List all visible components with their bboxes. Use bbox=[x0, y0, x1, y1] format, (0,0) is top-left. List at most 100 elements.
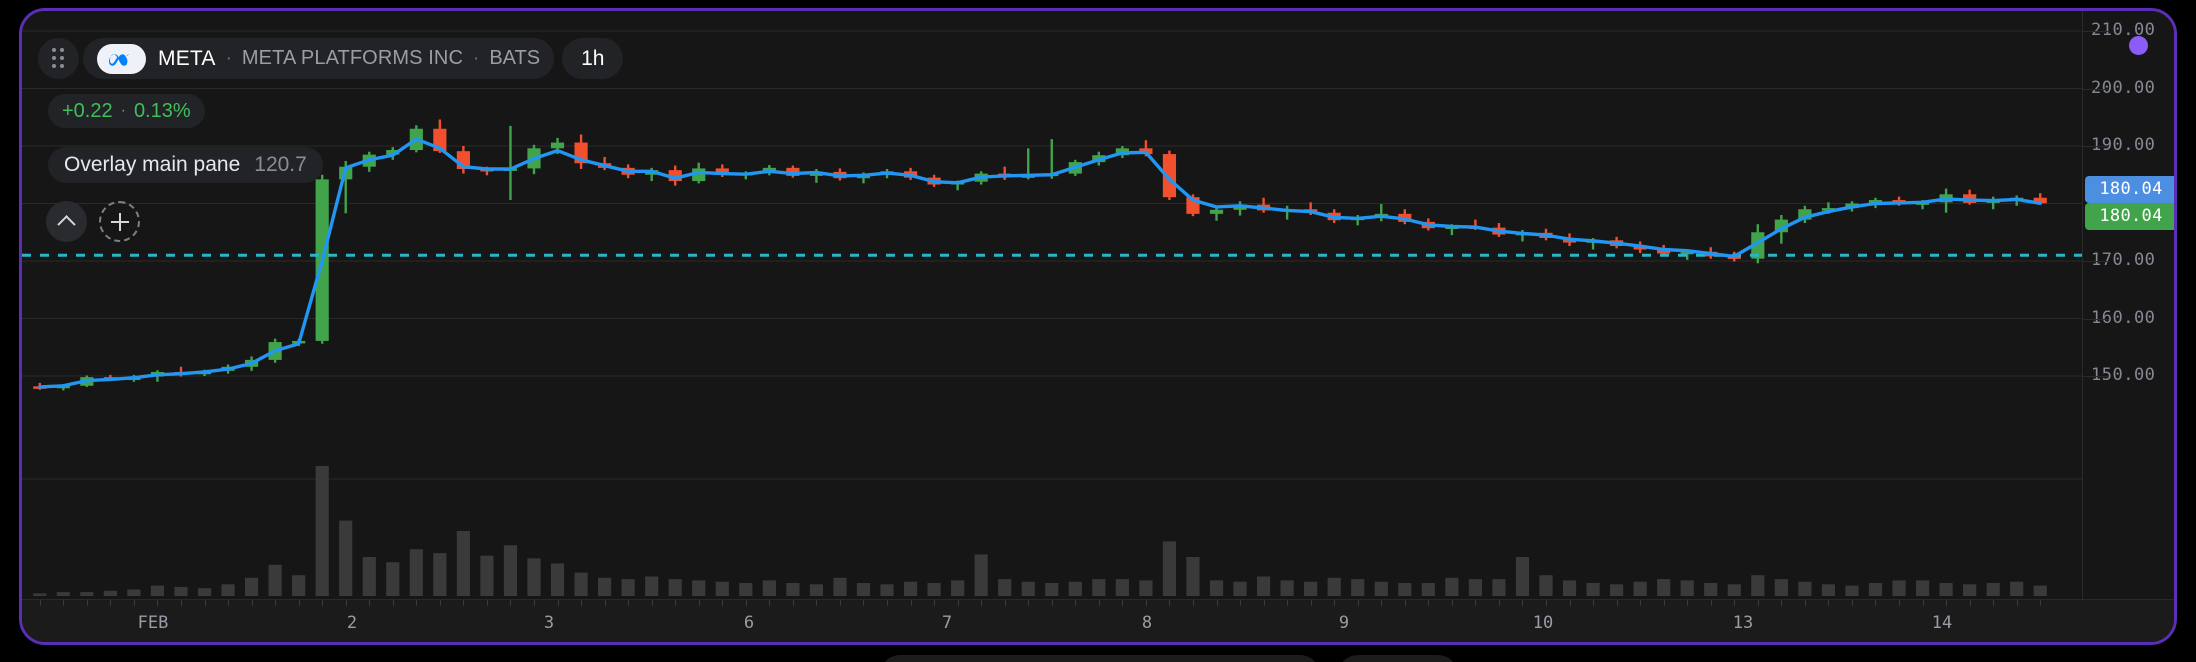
time-tick-mark bbox=[1664, 600, 1665, 606]
overlay-legend-pill[interactable]: Overlay main pane 120.7 bbox=[48, 147, 323, 183]
time-tick-label: FEB bbox=[137, 613, 169, 633]
exchange-label: BATS bbox=[489, 47, 541, 69]
time-tick-mark bbox=[887, 600, 888, 606]
time-tick-mark bbox=[1758, 600, 1759, 606]
legend-action-buttons bbox=[46, 201, 140, 242]
overlay-name: Overlay main pane bbox=[64, 153, 241, 176]
time-tick-mark bbox=[1993, 600, 1994, 606]
time-tick-mark bbox=[416, 600, 417, 606]
time-tick-label: 6 bbox=[743, 613, 755, 633]
time-tick-mark bbox=[1852, 600, 1853, 606]
time-tick-mark bbox=[1146, 600, 1147, 606]
time-tick-mark bbox=[581, 600, 582, 606]
time-tick-mark bbox=[699, 600, 700, 606]
time-tick-mark bbox=[1640, 600, 1641, 606]
chart-plot-area[interactable] bbox=[22, 11, 2082, 599]
time-tick-mark bbox=[1899, 600, 1900, 606]
time-tick-mark bbox=[1828, 600, 1829, 606]
time-tick-mark bbox=[369, 600, 370, 606]
below-widget-peek-right bbox=[1338, 655, 1458, 662]
time-tick-mark bbox=[1217, 600, 1218, 606]
time-tick-mark bbox=[1169, 600, 1170, 606]
chevron-up-icon[interactable] bbox=[46, 201, 87, 242]
last-price-badge[interactable]: 180.04 bbox=[2085, 203, 2174, 231]
time-tick-mark bbox=[1240, 600, 1241, 606]
overlay-price-badge[interactable]: 180.04 bbox=[2085, 176, 2174, 204]
below-widget-peek-left bbox=[880, 655, 1320, 662]
time-tick-mark bbox=[2040, 600, 2041, 606]
timeframe-button[interactable]: 1h bbox=[562, 38, 624, 79]
time-tick-mark bbox=[863, 600, 864, 606]
time-tick-mark bbox=[1028, 600, 1029, 606]
time-tick-mark bbox=[675, 600, 676, 606]
time-tick-mark bbox=[628, 600, 629, 606]
time-tick-label: 2 bbox=[346, 613, 358, 633]
time-tick-mark bbox=[1687, 600, 1688, 606]
time-tick-mark bbox=[1405, 600, 1406, 606]
price-tick-label: 170.00 bbox=[2091, 250, 2156, 270]
time-tick-mark bbox=[605, 600, 606, 606]
time-tick-label: 14 bbox=[1931, 613, 1953, 633]
price-tick-label: 210.00 bbox=[2091, 20, 2156, 40]
time-tick-mark bbox=[558, 600, 559, 606]
time-tick-mark bbox=[1522, 600, 1523, 606]
time-tick-label: 10 bbox=[1532, 613, 1554, 633]
time-tick-mark bbox=[40, 600, 41, 606]
time-tick-label: 9 bbox=[1338, 613, 1350, 633]
plus-icon[interactable] bbox=[99, 201, 140, 242]
time-tick-mark bbox=[840, 600, 841, 606]
time-tick-mark bbox=[1946, 600, 1947, 606]
time-tick-mark bbox=[746, 600, 747, 606]
price-change-pill[interactable]: +0.22 · 0.13% bbox=[48, 94, 205, 128]
time-tick-mark bbox=[157, 600, 158, 606]
time-tick-mark bbox=[1381, 600, 1382, 606]
symbol-pill[interactable]: META · META PLATFORMS INC · BATS bbox=[83, 38, 555, 79]
time-tick-mark bbox=[816, 600, 817, 606]
time-tick-mark bbox=[110, 600, 111, 606]
time-tick-mark bbox=[393, 600, 394, 606]
separator-dot-1: · bbox=[225, 47, 232, 69]
price-tick-mark bbox=[2083, 88, 2109, 90]
time-tick-mark bbox=[1875, 600, 1876, 606]
drag-grip-icon[interactable] bbox=[38, 38, 79, 79]
price-tick-mark bbox=[2083, 318, 2109, 320]
price-tick-label: 200.00 bbox=[2091, 77, 2156, 98]
time-tick-mark bbox=[934, 600, 935, 606]
chart-legend-header: META · META PLATFORMS INC · BATS 1h bbox=[38, 38, 624, 79]
time-tick-mark bbox=[63, 600, 64, 606]
time-tick-mark bbox=[1475, 600, 1476, 606]
price-change-percent: 0.13% bbox=[133, 99, 191, 122]
price-tick-label: 190.00 bbox=[2091, 135, 2156, 155]
time-tick-mark bbox=[722, 600, 723, 606]
time-tick-label: 7 bbox=[941, 613, 953, 633]
price-axis[interactable]: 210.00 200.00 190.00 170.00 160.00 150.00 180.… bbox=[2082, 11, 2174, 599]
time-tick-mark bbox=[487, 600, 488, 606]
price-tick-mark bbox=[2083, 261, 2109, 262]
time-tick-mark bbox=[1075, 600, 1076, 606]
time-tick-mark bbox=[1805, 600, 1806, 606]
overlay-value: 120.7 bbox=[254, 153, 307, 176]
time-tick-mark bbox=[510, 600, 511, 606]
change-separator: · bbox=[120, 102, 126, 119]
time-tick-mark bbox=[181, 600, 182, 606]
time-tick-mark bbox=[1546, 600, 1547, 606]
time-axis[interactable]: FEB 2 3 6 7 8 9 10 13 14 bbox=[22, 599, 2174, 642]
time-tick-mark bbox=[1334, 600, 1335, 606]
chart-widget-root: 210.00 200.00 190.00 170.00 160.00 150.00 180.… bbox=[0, 0, 2196, 662]
time-tick-mark bbox=[1781, 600, 1782, 606]
price-change-row: +0.22 · 0.13% bbox=[48, 94, 205, 128]
time-tick-mark bbox=[1287, 600, 1288, 606]
time-tick-mark bbox=[440, 600, 441, 606]
time-tick-mark bbox=[1593, 600, 1594, 606]
time-tick-mark bbox=[652, 600, 653, 606]
price-change-value: +0.22 bbox=[62, 99, 113, 122]
time-tick-label: 3 bbox=[543, 613, 555, 633]
time-tick-mark bbox=[1311, 600, 1312, 606]
time-tick-mark bbox=[205, 600, 206, 606]
meta-logo-icon bbox=[97, 43, 146, 74]
time-tick-mark bbox=[1099, 600, 1100, 606]
time-tick-mark bbox=[346, 600, 347, 606]
time-tick-mark bbox=[299, 600, 300, 606]
time-tick-mark bbox=[228, 600, 229, 606]
time-tick-mark bbox=[1617, 600, 1618, 606]
